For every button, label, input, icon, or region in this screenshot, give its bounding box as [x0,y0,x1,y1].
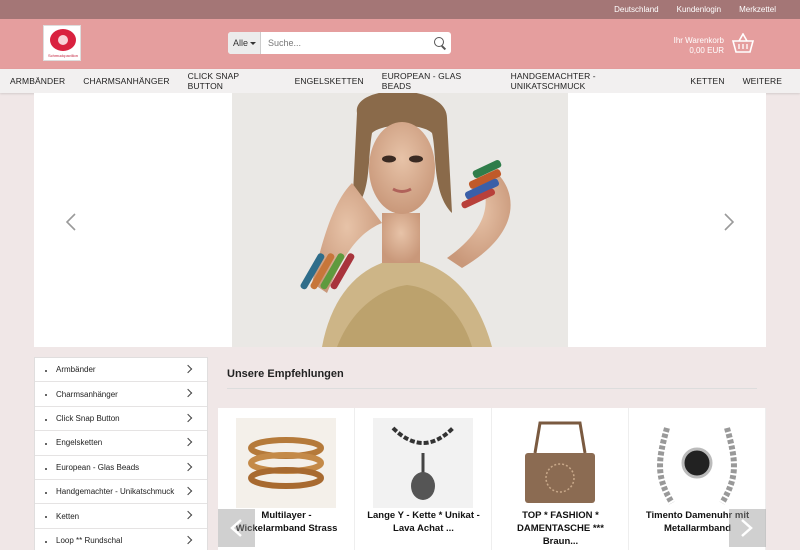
recommendations-title: Unsere Empfehlungen [227,368,344,380]
bullet-icon [45,394,47,397]
chevron-left-icon[interactable] [66,213,76,231]
divider [227,388,757,389]
login-link[interactable]: Kundenlogin [677,5,721,14]
caret-down-icon [250,42,257,46]
bullet-icon [45,540,47,543]
chevron-right-icon [183,535,193,544]
sidebar-item-click-snap-button[interactable]: Click Snap Button [35,407,207,432]
top-bar: Deutschland Kundenlogin Merkzettel [0,0,800,19]
search-category-label: Alle [233,38,249,48]
nav-item-weitere[interactable]: WEITERE [743,76,782,86]
bullet-icon [45,491,47,494]
sidebar-item-label: Loop ** Rundschal [56,535,123,545]
nav-item-european-glas-beads[interactable]: EUROPEAN - GLAS BEADS [382,71,493,91]
nav-item-handgemachter[interactable]: HANDGEMACHTER - UNIKATSCHMUCK [511,71,673,91]
logo-text: Schmuckpavillon [47,53,78,58]
chevron-right-icon [183,389,193,398]
bullet-icon [45,443,47,446]
bullet-icon [45,370,47,372]
chevron-right-icon [183,413,193,423]
chevron-right-icon [183,437,193,447]
sidebar-item-handgemachter[interactable]: Handgemachter - Unikatschmuck [35,480,207,505]
chevron-right-icon [183,364,193,374]
country-link[interactable]: Deutschland [614,5,658,14]
product-slider: Multilayer - Wickelarmband Strass Lange … [218,408,766,550]
basket-icon[interactable] [732,33,754,53]
bullet-icon [45,418,47,421]
search-bar: Alle [228,32,451,54]
nav-item-armbaender[interactable]: ARMBÄNDER [10,76,65,86]
chevron-right-icon [183,511,193,520]
sidebar-item-loop-rundschal[interactable]: Loop ** Rundschal [35,529,207,550]
sidebar-item-label: Charmsanhänger [56,389,118,399]
search-input[interactable] [261,32,429,54]
nav-item-ketten[interactable]: KETTEN [690,76,724,86]
sidebar-item-ketten[interactable]: Ketten [35,504,207,529]
nav-item-engelsketten[interactable]: ENGELSKETTEN [295,76,364,86]
product-image [510,418,610,508]
product-card[interactable]: Lange Y - Kette * Unikat - Lava Achat ..… [355,408,492,550]
main-nav: ARMBÄNDER CHARMSANHÄNGER CLICK SNAP BUTT… [0,69,800,93]
wishlist-link[interactable]: Merkzettel [739,5,776,14]
chevron-left-icon [230,519,242,537]
sidebar-item-label: Handgemachter - Unikatschmuck [56,487,175,497]
sidebar-item-label: Engelsketten [56,438,103,448]
chevron-right-icon [183,486,193,496]
category-sidebar: Armbänder Charmsanhänger Click Snap Butt… [34,357,208,550]
chevron-right-icon [741,519,753,537]
sidebar-item-label: European - Glas Beads [56,462,140,472]
slider-prev-button[interactable] [218,509,255,547]
product-name[interactable]: TOP * FASHION * DAMENTASCHE *** Braun... [500,509,621,548]
logo[interactable]: Schmuckpavillon [43,25,81,61]
hero-image[interactable] [232,93,568,347]
top-links: Deutschland Kundenlogin Merkzettel [614,0,776,19]
nav-item-charmsanhaenger[interactable]: CHARMSANHÄNGER [83,76,169,86]
sidebar-item-european-glas-beads[interactable]: European - Glas Beads [35,456,207,480]
product-image [373,418,473,508]
product-card[interactable]: TOP * FASHION * DAMENTASCHE *** Braun... [492,408,629,550]
sidebar-item-label: Ketten [56,511,80,521]
sidebar-item-armbaender[interactable]: Armbänder [35,358,207,383]
bullet-icon [45,516,47,519]
bullet-icon [45,467,47,470]
sidebar-item-label: Click Snap Button [56,413,120,423]
cart-summary[interactable]: Ihr Warenkorb 0,00 EUR [674,36,724,56]
nav-item-click-snap-button[interactable]: CLICK SNAP BUTTON [188,71,277,91]
product-image [647,418,747,508]
chevron-right-icon [183,462,193,471]
product-name[interactable]: Lange Y - Kette * Unikat - Lava Achat ..… [363,509,484,535]
hibiscus-icon [50,29,76,51]
cart-label: Ihr Warenkorb [673,36,724,45]
slider-next-button[interactable] [729,509,766,547]
header: Schmuckpavillon Alle Ihr Warenkorb 0,00 … [0,19,800,69]
sidebar-item-charmsanhaenger[interactable]: Charmsanhänger [35,382,207,407]
model-with-bracelets-image [232,93,568,347]
chevron-right-icon[interactable] [724,213,734,231]
product-image [236,418,336,508]
sidebar-item-label: Armbänder [56,365,96,375]
hero-carousel [34,93,766,347]
cart-amount: 0,00 EUR [689,46,724,55]
search-category-select[interactable]: Alle [228,32,261,54]
search-icon[interactable] [429,32,451,54]
sidebar-item-engelsketten[interactable]: Engelsketten [35,431,207,456]
